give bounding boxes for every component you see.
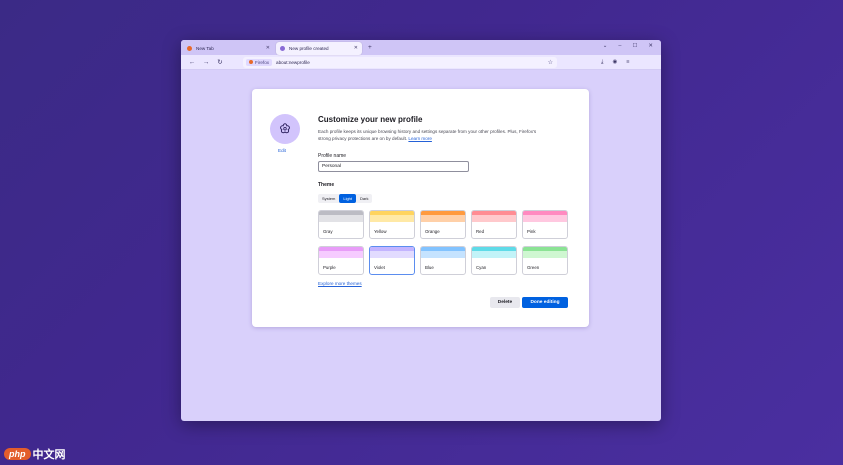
- identity-label: Firefox: [255, 59, 270, 65]
- theme-name: Gray: [323, 229, 333, 234]
- theme-card-green[interactable]: Green: [522, 246, 568, 275]
- close-tab-icon[interactable]: ✕: [266, 45, 270, 51]
- profile-card: Edit Customize your new profile Each pro…: [252, 89, 589, 327]
- theme-name: Pink: [527, 229, 536, 234]
- menu-hamburger-icon[interactable]: ≡: [626, 59, 629, 66]
- flower-icon: [280, 123, 290, 134]
- theme-card-red[interactable]: Red: [471, 210, 517, 239]
- theme-grid: Gray Yellow Orange Red Pink Purple Violet Blue C…: [318, 210, 568, 275]
- theme-card-orange[interactable]: Orange: [420, 210, 466, 239]
- firefox-logo-icon: [249, 60, 253, 64]
- delete-button[interactable]: Delete: [490, 297, 520, 308]
- theme-swatch: [319, 211, 363, 222]
- tab-bar: New Tab ✕ New profile created ✕ + ⌄ – ☐ …: [181, 40, 661, 55]
- tab-new-tab[interactable]: New Tab ✕: [183, 42, 274, 55]
- theme-swatch-strip: [319, 247, 363, 251]
- mode-dark-button[interactable]: Dark: [356, 194, 372, 203]
- profile-avatar: [270, 114, 300, 144]
- page-description: Each profile keeps its unique browsing h…: [318, 128, 538, 142]
- theme-name: Violet: [374, 265, 385, 270]
- theme-card-gray[interactable]: Gray: [318, 210, 364, 239]
- mode-light-button[interactable]: Light: [339, 194, 357, 203]
- download-icon[interactable]: ⤓: [601, 59, 603, 66]
- learn-more-link[interactable]: Learn more: [408, 136, 432, 141]
- theme-swatch: [370, 247, 414, 258]
- theme-swatch: [472, 211, 516, 222]
- theme-card-yellow[interactable]: Yellow: [369, 210, 415, 239]
- done-editing-button[interactable]: Done editing: [522, 297, 568, 308]
- tab-new-profile[interactable]: New profile created ✕: [276, 41, 362, 55]
- theme-swatch: [421, 247, 465, 258]
- maximize-icon[interactable]: ☐: [632, 43, 637, 49]
- theme-swatch-strip: [523, 211, 567, 215]
- site-watermark: php 中文网: [4, 446, 66, 462]
- theme-name: Purple: [323, 265, 336, 270]
- reload-icon[interactable]: ↻: [213, 58, 227, 66]
- mode-system-button[interactable]: System: [318, 194, 339, 203]
- theme-swatch: [421, 211, 465, 222]
- profile-name-input[interactable]: Personal: [318, 161, 469, 172]
- profile-name-label: Profile name: [318, 153, 347, 159]
- theme-swatch-strip: [370, 247, 414, 251]
- window-controls: ⌄ – ☐ ✕: [603, 43, 653, 49]
- bookmark-star-icon[interactable]: ☆: [548, 59, 553, 66]
- theme-swatch-strip: [523, 247, 567, 251]
- explore-themes-link[interactable]: Explore more themes: [318, 281, 362, 286]
- theme-name: Blue: [425, 265, 434, 270]
- url-text: about:newprofile: [276, 59, 310, 65]
- firefox-favicon-icon: [187, 45, 192, 51]
- theme-name: Orange: [425, 229, 440, 234]
- theme-mode-selector: System Light Dark: [318, 194, 373, 203]
- tab-title: New Tab: [196, 45, 214, 51]
- watermark-text: 中文网: [32, 449, 66, 461]
- theme-card-purple[interactable]: Purple: [318, 246, 364, 275]
- edit-avatar-link[interactable]: Edit: [278, 148, 286, 153]
- theme-card-blue[interactable]: Blue: [420, 246, 466, 275]
- url-bar[interactable]: Firefox about:newprofile ☆: [243, 56, 557, 68]
- nav-bar: ← → ↻ Firefox about:newprofile ☆ ⤓ ◉ ≡: [181, 55, 661, 70]
- account-icon[interactable]: ◉: [612, 59, 617, 66]
- tab-title: New profile created: [289, 45, 329, 51]
- profile-favicon-icon: [280, 45, 285, 51]
- theme-name: Cyan: [476, 265, 487, 270]
- identity-box[interactable]: Firefox: [246, 58, 273, 66]
- forward-arrow-icon[interactable]: →: [199, 59, 213, 66]
- theme-swatch-strip: [319, 211, 363, 215]
- new-tab-plus-icon[interactable]: +: [368, 44, 372, 51]
- back-arrow-icon[interactable]: ←: [185, 59, 199, 66]
- theme-label: Theme: [318, 182, 335, 188]
- theme-card-cyan[interactable]: Cyan: [471, 246, 517, 275]
- theme-swatch-strip: [472, 247, 516, 251]
- watermark-badge: php: [4, 448, 31, 460]
- minimize-icon[interactable]: –: [618, 43, 621, 49]
- theme-card-pink[interactable]: Pink: [522, 210, 568, 239]
- close-window-icon[interactable]: ✕: [648, 43, 653, 49]
- browser-window: New Tab ✕ New profile created ✕ + ⌄ – ☐ …: [181, 40, 661, 421]
- page-title: Customize your new profile: [318, 115, 423, 124]
- theme-card-violet[interactable]: Violet: [369, 246, 415, 275]
- close-tab-icon[interactable]: ✕: [354, 45, 358, 51]
- theme-swatch-strip: [421, 247, 465, 251]
- theme-swatch-strip: [421, 211, 465, 215]
- theme-name: Red: [476, 229, 485, 234]
- theme-swatch: [523, 247, 567, 258]
- tab-list-chevron-icon[interactable]: ⌄: [603, 43, 608, 49]
- theme-swatch: [523, 211, 567, 222]
- toolbar-right: ⤓ ◉ ≡: [601, 59, 629, 66]
- theme-name: Yellow: [374, 229, 387, 234]
- theme-swatch: [370, 211, 414, 222]
- theme-swatch-strip: [370, 211, 414, 215]
- theme-swatch: [319, 247, 363, 258]
- theme-swatch: [472, 247, 516, 258]
- theme-name: Green: [527, 265, 540, 270]
- theme-swatch-strip: [472, 211, 516, 215]
